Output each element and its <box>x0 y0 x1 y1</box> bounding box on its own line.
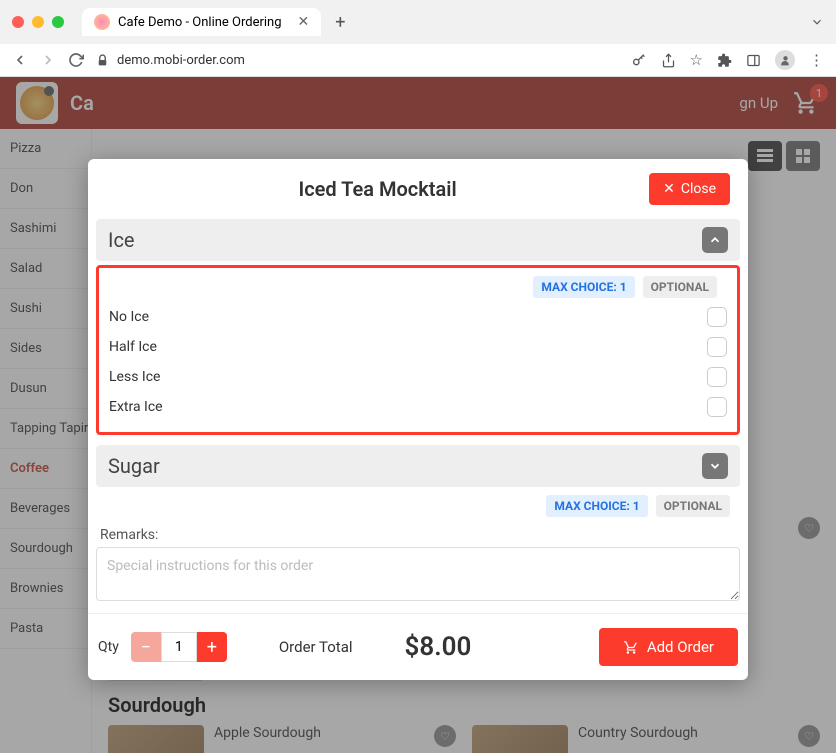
option-label: Half Ice <box>109 339 157 355</box>
checkbox[interactable] <box>707 307 727 327</box>
option-less-ice[interactable]: Less Ice <box>109 362 727 392</box>
optional-badge: OPTIONAL <box>643 276 717 298</box>
expand-button[interactable] <box>702 453 728 479</box>
order-total-value: $8.00 <box>405 632 472 662</box>
window-close-dot[interactable] <box>12 16 24 28</box>
browser-tab[interactable]: Cafe Demo - Online Ordering ✕ <box>82 8 321 36</box>
ice-options-box: MAX CHOICE: 1 OPTIONAL No Ice Half Ice L… <box>96 265 740 435</box>
qty-minus-button[interactable]: − <box>131 632 161 662</box>
checkbox[interactable] <box>707 367 727 387</box>
qty-input[interactable] <box>161 632 197 662</box>
remarks-input[interactable] <box>96 547 740 601</box>
account-icon[interactable] <box>775 50 795 70</box>
back-button[interactable] <box>12 52 28 68</box>
reload-button[interactable] <box>68 52 84 68</box>
max-choice-badge: MAX CHOICE: 1 <box>533 276 634 298</box>
forward-button[interactable] <box>40 52 56 68</box>
order-total-label: Order Total <box>279 638 353 656</box>
star-icon[interactable]: ☆ <box>690 51 703 69</box>
max-choice-badge: MAX CHOICE: 1 <box>546 495 647 517</box>
checkbox[interactable] <box>707 337 727 357</box>
qty-plus-button[interactable]: + <box>197 632 227 662</box>
panel-icon[interactable] <box>746 53 761 68</box>
window-minimize-dot[interactable] <box>32 16 44 28</box>
modal-header: Iced Tea Mocktail ✕ Close <box>88 159 748 219</box>
checkbox[interactable] <box>707 397 727 417</box>
lock-icon <box>96 54 109 67</box>
close-icon: ✕ <box>663 181 675 197</box>
section-bar-sugar: Sugar <box>96 445 740 487</box>
toolbar-icons: ☆ ⋮ <box>631 50 824 70</box>
option-no-ice[interactable]: No Ice <box>109 302 727 332</box>
qty-stepper: − + <box>131 632 227 662</box>
modal-body: Ice MAX CHOICE: 1 OPTIONAL No Ice Half I… <box>88 219 748 613</box>
section-title: Ice <box>108 228 135 252</box>
modal-footer: Qty − + Order Total $8.00 Add Order <box>88 613 748 680</box>
extensions-icon[interactable] <box>717 53 732 68</box>
browser-chrome: Cafe Demo - Online Ordering ✕ + demo.mob… <box>0 0 836 77</box>
modal: Iced Tea Mocktail ✕ Close Ice MAX CHOICE… <box>88 159 748 680</box>
option-label: Extra Ice <box>109 399 163 415</box>
option-extra-ice[interactable]: Extra Ice <box>109 392 727 422</box>
menu-icon[interactable]: ⋮ <box>809 51 824 69</box>
tab-favicon-icon <box>94 14 110 30</box>
close-button[interactable]: ✕ Close <box>649 173 730 205</box>
close-label: Close <box>681 181 716 197</box>
option-label: Less Ice <box>109 369 160 385</box>
tab-close-icon[interactable]: ✕ <box>298 14 310 30</box>
optional-badge: OPTIONAL <box>656 495 730 517</box>
share-icon[interactable] <box>661 53 676 68</box>
option-half-ice[interactable]: Half Ice <box>109 332 727 362</box>
app-body: Ca gn Up 1 Pizza Don Sashimi Salad Sushi… <box>0 77 836 753</box>
url-bar[interactable]: demo.mobi-order.com <box>96 53 619 68</box>
browser-tabs: Cafe Demo - Online Ordering ✕ + <box>82 8 802 36</box>
section-bar-ice: Ice <box>96 219 740 261</box>
modal-title: Iced Tea Mocktail <box>106 177 649 201</box>
option-label: No Ice <box>109 309 149 325</box>
browser-toolbar: demo.mobi-order.com ☆ ⋮ <box>0 44 836 76</box>
key-icon[interactable] <box>631 52 647 68</box>
tab-title: Cafe Demo - Online Ordering <box>118 15 282 30</box>
window-controls: Cafe Demo - Online Ordering ✕ + <box>0 0 836 44</box>
add-order-label: Add Order <box>647 638 714 656</box>
new-tab-button[interactable]: + <box>329 12 351 33</box>
cart-icon <box>623 640 639 655</box>
url-text: demo.mobi-order.com <box>117 53 245 68</box>
remarks-label: Remarks: <box>96 521 740 547</box>
badges: MAX CHOICE: 1 OPTIONAL <box>109 272 727 302</box>
qty-label: Qty <box>98 639 119 655</box>
badges: MAX CHOICE: 1 OPTIONAL <box>96 491 740 521</box>
chevron-down-icon[interactable] <box>810 15 824 29</box>
add-order-button[interactable]: Add Order <box>599 628 738 666</box>
window-maximize-dot[interactable] <box>52 16 64 28</box>
collapse-button[interactable] <box>702 227 728 253</box>
section-title: Sugar <box>108 454 160 478</box>
